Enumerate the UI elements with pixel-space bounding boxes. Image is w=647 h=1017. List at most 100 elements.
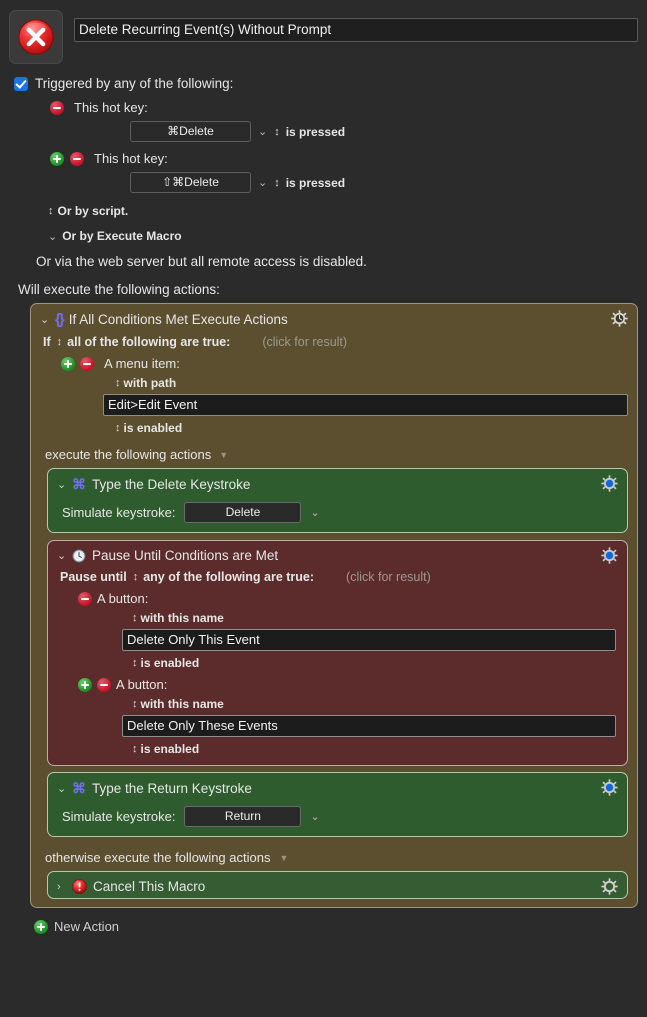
stepper-icon[interactable]: ↕ xyxy=(132,657,137,669)
condition-qualifier-label: with this name xyxy=(140,697,224,711)
add-condition-icon[interactable] xyxy=(61,356,75,371)
simulate-keystroke-label: Simulate keystroke: xyxy=(62,505,176,520)
action-header[interactable]: › Cancel This Macro xyxy=(48,872,627,898)
action-header[interactable]: ⌄ Pause Until Conditions are Met xyxy=(48,541,627,567)
chevron-down-icon[interactable]: ⌄ xyxy=(258,125,267,138)
action-header[interactable]: ⌄ ⌘ Type the Delete Keystroke xyxy=(48,469,627,497)
disclosure-triangle-icon[interactable]: ⌄ xyxy=(40,313,49,326)
if-action-header[interactable]: ⌄ {} If All Conditions Met Execute Actio… xyxy=(31,304,637,332)
remove-condition-icon[interactable] xyxy=(97,677,111,692)
gear-blue-icon[interactable] xyxy=(601,475,618,492)
condition-qualifier-label: with path xyxy=(123,376,177,390)
hotkey-condition-1: is pressed xyxy=(285,124,346,139)
simulate-keystroke-row: Simulate keystroke: Return ⌄ xyxy=(62,806,627,827)
pause-condition-header: Pause until ↕ any of the following are t… xyxy=(60,570,627,584)
condition-qualifier-row[interactable]: ↕ with this name xyxy=(132,611,627,625)
condition-value-input[interactable]: Delete Only These Events xyxy=(122,715,616,737)
stepper-icon[interactable]: ↕ xyxy=(48,205,53,217)
triggered-by-checkbox[interactable] xyxy=(14,76,28,91)
disclosure-triangle-icon[interactable]: ⌄ xyxy=(57,549,66,562)
triggered-by-label: Triggered by any of the following: xyxy=(35,76,234,91)
triangle-down-icon[interactable]: ▼ xyxy=(279,853,288,863)
or-by-execute-macro-row[interactable]: ⌄ Or by Execute Macro xyxy=(48,229,638,243)
stepper-icon[interactable]: ↕ xyxy=(115,422,120,434)
add-trigger-icon[interactable] xyxy=(50,151,64,166)
action-cancel-this-macro[interactable]: › Cancel This Macro xyxy=(47,871,628,899)
gear-blue-icon[interactable] xyxy=(601,547,618,564)
plus-circle-icon[interactable] xyxy=(34,919,48,934)
stepper-icon[interactable]: ↕ xyxy=(274,126,279,138)
then-branch-label: execute the following actions xyxy=(45,447,212,462)
pause-click-for-result[interactable]: (click for result) xyxy=(346,570,431,584)
stepper-icon[interactable]: ↕ xyxy=(132,612,137,624)
stepper-icon[interactable]: ↕ xyxy=(133,571,138,583)
action-pause-until-conditions[interactable]: ⌄ Pause Until Conditions are Met Pause u… xyxy=(47,540,628,766)
stepper-icon[interactable]: ↕ xyxy=(115,377,120,389)
action-type-return-keystroke[interactable]: ⌄ ⌘ Type the Return Keystroke Simulate k… xyxy=(47,772,628,837)
gear-blue-icon[interactable] xyxy=(601,779,618,796)
stepper-icon[interactable]: ↕ xyxy=(132,698,137,710)
triggered-by-row[interactable]: Triggered by any of the following: xyxy=(14,76,638,91)
condition-value-input[interactable]: Edit>Edit Event xyxy=(103,394,628,416)
if-match-mode[interactable]: all of the following are true: xyxy=(67,335,230,349)
remove-trigger-icon[interactable] xyxy=(50,100,64,115)
if-click-for-result[interactable]: (click for result) xyxy=(262,335,347,349)
new-action-row[interactable]: New Action xyxy=(34,919,647,934)
action-title: Cancel This Macro xyxy=(93,879,206,894)
web-server-note: Or via the web server but all remote acc… xyxy=(36,254,367,269)
condition-type-label[interactable]: A menu item: xyxy=(104,356,180,371)
hotkey-row-2: ⇧⌘Delete ⌄ ↕ is pressed xyxy=(130,172,638,193)
hotkey-button-1[interactable]: ⌘Delete xyxy=(130,121,251,142)
condition-qualifier-row[interactable]: ↕ with path xyxy=(115,376,637,390)
hotkey-button-2[interactable]: ⇧⌘Delete xyxy=(130,172,251,193)
disclosure-triangle-icon[interactable]: › xyxy=(57,881,66,893)
then-branch-label-row[interactable]: execute the following actions ▼ xyxy=(45,447,637,462)
macro-editor-pane: Delete Recurring Event(s) Without Prompt… xyxy=(0,0,647,1017)
simulate-keystroke-row: Simulate keystroke: Delete ⌄ xyxy=(62,502,627,523)
pause-match-mode[interactable]: any of the following are true: xyxy=(143,570,314,584)
gear-clock-icon[interactable] xyxy=(611,310,628,327)
condition-state-row[interactable]: ↕ is enabled xyxy=(132,742,627,756)
remove-trigger-icon[interactable] xyxy=(70,151,84,166)
keystroke-button[interactable]: Delete xyxy=(184,502,302,523)
stop-exclamation-icon xyxy=(72,879,87,894)
action-type-delete-keystroke[interactable]: ⌄ ⌘ Type the Delete Keystroke Simulate k… xyxy=(47,468,628,533)
gear-grey-icon[interactable] xyxy=(601,878,618,895)
keystroke-button[interactable]: Return xyxy=(184,806,302,827)
hotkey-row-1: ⌘Delete ⌄ ↕ is pressed xyxy=(130,121,638,142)
stepper-icon[interactable]: ↕ xyxy=(274,177,279,189)
disclosure-triangle-icon[interactable]: ⌄ xyxy=(57,782,66,795)
else-branch-label-row[interactable]: otherwise execute the following actions … xyxy=(45,850,637,865)
condition-value-input[interactable]: Delete Only This Event xyxy=(122,629,616,651)
condition-state-row[interactable]: ↕ is enabled xyxy=(132,656,627,670)
chevron-down-icon[interactable]: ⌄ xyxy=(310,810,319,823)
remove-condition-icon[interactable] xyxy=(80,356,94,371)
or-by-script-label: Or by script. xyxy=(57,204,129,218)
condition-type-label[interactable]: A button: xyxy=(116,677,167,692)
triangle-down-icon[interactable]: ▼ xyxy=(219,450,228,460)
action-if-all-conditions[interactable]: ⌄ {} If All Conditions Met Execute Actio… xyxy=(30,303,638,908)
condition-row-button-2: A button: xyxy=(78,677,627,692)
chevron-down-icon[interactable]: ⌄ xyxy=(48,230,57,243)
macro-title-input[interactable]: Delete Recurring Event(s) Without Prompt xyxy=(74,18,638,42)
disclosure-triangle-icon[interactable]: ⌄ xyxy=(57,478,66,491)
chevron-down-icon[interactable]: ⌄ xyxy=(310,506,319,519)
condition-qualifier-label: with this name xyxy=(140,611,224,625)
add-condition-icon[interactable] xyxy=(78,677,92,692)
or-by-script-row[interactable]: ↕ Or by script. xyxy=(48,204,638,218)
clock-icon xyxy=(72,549,86,562)
action-title: Type the Return Keystroke xyxy=(92,781,252,796)
chevron-down-icon[interactable]: ⌄ xyxy=(258,176,267,189)
stepper-icon[interactable]: ↕ xyxy=(57,336,62,348)
action-header[interactable]: ⌄ ⌘ Type the Return Keystroke xyxy=(48,773,627,801)
trigger-row-1: This hot key: xyxy=(50,100,638,115)
condition-qualifier-row[interactable]: ↕ with this name xyxy=(132,697,627,711)
remove-condition-icon[interactable] xyxy=(78,591,92,606)
action-title: Type the Delete Keystroke xyxy=(92,477,251,492)
stepper-icon[interactable]: ↕ xyxy=(132,743,137,755)
condition-state-row[interactable]: ↕ is enabled xyxy=(115,421,637,435)
condition-type-label[interactable]: A button: xyxy=(97,591,148,606)
pause-until-label: Pause until xyxy=(60,570,127,584)
condition-row-menu-item: A menu item: xyxy=(61,356,637,371)
macro-icon-well[interactable] xyxy=(9,10,63,64)
